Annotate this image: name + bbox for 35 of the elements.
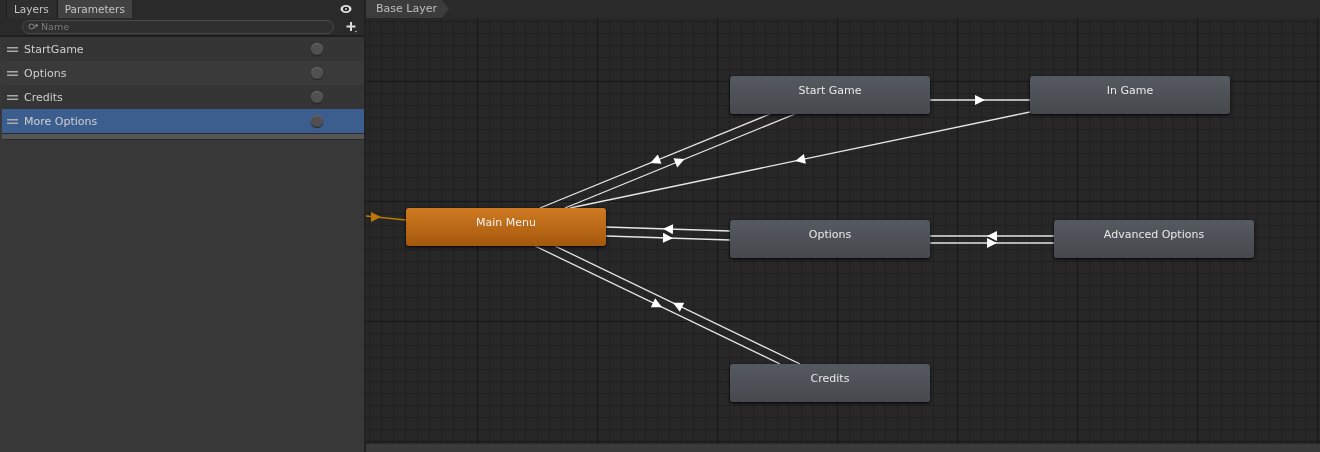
transition-arrow[interactable] (929, 231, 1055, 241)
transition-arrow[interactable] (605, 224, 731, 235)
transition-arrow[interactable] (929, 95, 1031, 105)
parameter-name: More Options (24, 114, 99, 128)
transition-arrow[interactable] (569, 111, 1031, 209)
tab[interactable]: Layers (6, 0, 56, 18)
add-button[interactable] (346, 20, 358, 33)
tab[interactable]: Parameters (56, 0, 132, 18)
drag-handle-icon[interactable] (7, 46, 18, 52)
transition-arrow[interactable] (564, 113, 796, 209)
drag-handle-icon[interactable] (7, 118, 18, 124)
transition-arrow[interactable] (539, 113, 771, 209)
transition-arrow[interactable] (929, 238, 1055, 248)
parameter-name: Options (24, 66, 68, 80)
drag-handle-icon[interactable] (7, 94, 18, 100)
transition-arrow[interactable] (605, 232, 731, 243)
eye-icon[interactable] (340, 4, 352, 14)
trigger-toggle[interactable] (311, 67, 323, 79)
search-icon (28, 22, 38, 31)
state-node[interactable]: Advanced Options (1054, 220, 1254, 258)
state-node[interactable]: Options (730, 220, 930, 258)
parameter-name: Credits (24, 90, 64, 104)
state-node[interactable]: In Game (1030, 76, 1230, 114)
state-node[interactable]: Start Game (730, 76, 930, 114)
trigger-toggle[interactable] (311, 91, 323, 103)
search-field[interactable]: Name (22, 19, 334, 34)
trigger-toggle[interactable] (311, 115, 323, 127)
entry-arrow (366, 212, 407, 222)
breadcrumb[interactable]: Base Layer (366, 0, 449, 18)
parameter-name: StartGame (24, 42, 85, 56)
state-node[interactable]: Credits (730, 364, 930, 402)
parameter-row[interactable]: More Options (2, 109, 364, 133)
state-node[interactable]: Main Menu (406, 208, 606, 246)
trigger-toggle[interactable] (311, 43, 323, 55)
drag-handle-icon[interactable] (7, 70, 18, 76)
